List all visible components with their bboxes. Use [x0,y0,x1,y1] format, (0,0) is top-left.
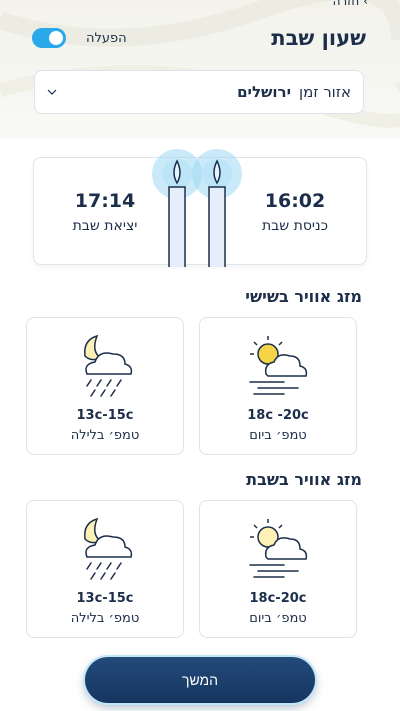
sun-cloud-wind-icon [249,519,308,578]
friday-day-label: טמפ׳ ביום [249,428,307,443]
page-title: שעון שבת [271,26,366,50]
entry-block: 16:02 כניסת שבת [240,190,350,234]
chevron-down-icon [47,89,57,95]
saturday-day-card: 18c-20c טמפ׳ ביום [199,500,357,638]
back-link[interactable]: › חזרה [333,0,368,8]
moon-cloud-rain-icon [84,517,133,580]
timezone-city: ירושלים [237,83,291,101]
sun-cloud-wind-icon [249,336,308,395]
toggle-label: הפעלה [86,30,127,46]
timezone-label: אזור זמן [298,83,351,101]
back-label: חזרה [332,0,360,8]
header-background [0,0,400,138]
saturday-night-temp: 13c-15c [76,591,134,606]
saturday-weather-title: מזג אוויר בשבת [246,470,362,489]
candles-icon [152,149,242,267]
chevron-right-icon: › [363,0,368,8]
saturday-day-temp: 18c-20c [249,591,307,606]
saturday-night-label: טמפ׳ בלילה [70,611,140,626]
friday-day-card: 18c -20c טמפ׳ ביום [199,317,357,455]
exit-time: 17:14 [74,190,136,212]
friday-night-card: 13c-15c טמפ׳ בלילה [26,317,184,455]
continue-button[interactable]: המשך [85,657,315,703]
activation-toggle[interactable] [32,28,66,48]
exit-block: 17:14 יציאת שבת [50,190,160,234]
friday-night-temp: 13c-15c [76,408,134,423]
friday-night-label: טמפ׳ בלילה [70,428,140,443]
friday-weather-title: מזג אוויר בשישי [245,287,362,306]
timezone-select[interactable]: אזור זמן ירושלים [34,70,364,114]
friday-day-temp: 18c -20c [247,408,309,423]
entry-time: 16:02 [264,190,326,212]
toggle-knob [49,31,63,45]
saturday-night-card: 13c-15c טמפ׳ בלילה [26,500,184,638]
saturday-day-label: טמפ׳ ביום [249,611,307,626]
moon-cloud-rain-icon [84,334,133,397]
entry-label: כניסת שבת [261,218,329,234]
exit-label: יציאת שבת [72,218,138,234]
